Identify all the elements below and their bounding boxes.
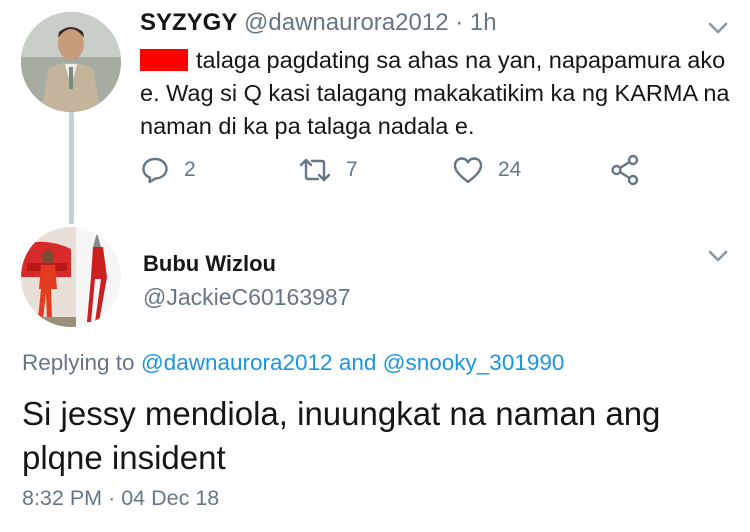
replying-prefix: Replying to	[22, 350, 135, 375]
user-handle[interactable]: @dawnaurora2012	[244, 9, 449, 36]
tweet-text: talaga pagdating sa ahas na yan, napapam…	[140, 44, 730, 143]
share-button[interactable]	[610, 150, 640, 190]
dot-separator: ·	[455, 9, 464, 36]
mention-and[interactable]: and	[339, 350, 377, 375]
display-name[interactable]: SYZYGY	[140, 9, 237, 36]
dot-separator: ·	[108, 486, 116, 510]
tweet-text-content: talaga pagdating sa ahas na yan, napapam…	[140, 47, 730, 139]
tweet-header: SYZYGY @dawnaurora2012 · 1h	[140, 8, 497, 38]
tweet-time: 8:32 PM	[22, 486, 103, 510]
avatar[interactable]	[21, 12, 121, 112]
replying-to-line: Replying to @dawnaurora2012 and @snooky_…	[22, 348, 564, 378]
reply-button[interactable]: 2	[140, 150, 196, 190]
tweet-timestamp[interactable]: 8:32 PM · 04 Dec 18	[22, 483, 219, 513]
reply-count: 2	[184, 158, 196, 181]
retweet-count: 7	[346, 158, 358, 181]
retweet-button[interactable]: 7	[298, 150, 358, 190]
avatar[interactable]	[21, 227, 121, 327]
time-ago[interactable]: 1h	[470, 9, 497, 36]
retweet-icon	[299, 158, 331, 182]
tweet-date: 04 Dec 18	[121, 486, 220, 510]
redaction-block	[140, 49, 188, 71]
chevron-down-icon[interactable]	[704, 242, 732, 270]
like-count: 24	[498, 158, 522, 181]
like-icon	[453, 157, 483, 184]
share-icon	[611, 154, 639, 186]
avatar-photo-icon	[21, 12, 121, 112]
display-name[interactable]: Bubu Wizlou	[143, 250, 276, 278]
avatar-photo-icon	[21, 227, 121, 327]
reply-icon	[142, 157, 168, 184]
mention-link[interactable]: @snooky_301990	[383, 350, 565, 375]
like-button[interactable]: 24	[452, 150, 521, 190]
chevron-down-icon[interactable]	[704, 14, 732, 42]
tweet-text: Si jessy mendiola, inuungkat na naman an…	[22, 395, 661, 476]
mention-link[interactable]: @dawnaurora2012	[141, 350, 333, 375]
thread-connector-line	[69, 112, 74, 224]
user-handle[interactable]: @JackieC60163987	[143, 282, 350, 312]
tweet-actions: 2 7 24	[140, 150, 660, 190]
